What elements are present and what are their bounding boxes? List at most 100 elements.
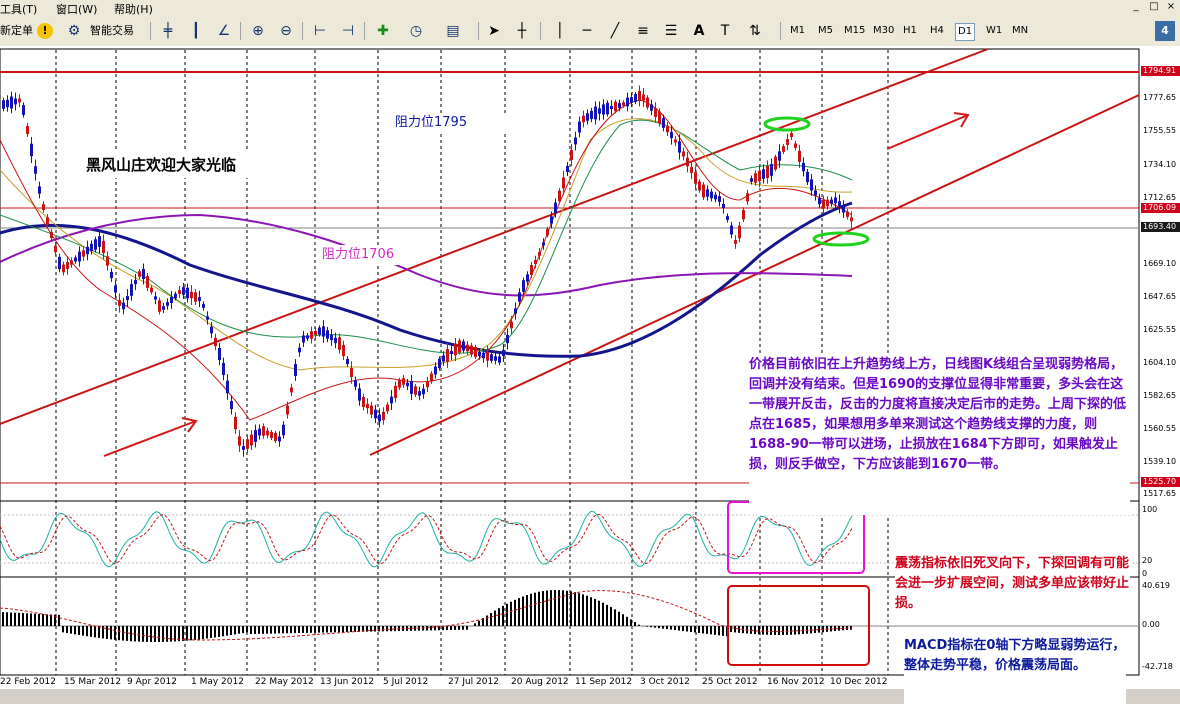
candle-body: [442, 355, 445, 361]
text-tool-icon[interactable]: A: [689, 21, 709, 41]
candle-body: [38, 186, 41, 193]
macd-bar: [354, 626, 356, 632]
indicators-icon[interactable]: ✚: [373, 21, 393, 41]
candle-body: [126, 296, 129, 300]
bar-chart-icon[interactable]: ╪: [158, 21, 178, 41]
channel-icon[interactable]: ≡: [633, 21, 653, 41]
macd-bar: [514, 600, 516, 626]
timeframe-m30[interactable]: M30: [873, 23, 894, 39]
timeframe-h4[interactable]: H4: [930, 23, 944, 39]
macd-bar: [506, 604, 508, 626]
candle-body: [274, 433, 277, 441]
resistance-1795-label: 阻力位1795: [395, 113, 513, 133]
macd-bar: [306, 626, 308, 633]
timeframe-m15[interactable]: M15: [844, 23, 865, 39]
macd-bar: [658, 626, 660, 628]
zoom-in-icon[interactable]: ⊕: [248, 21, 268, 41]
macd-bar: [466, 626, 468, 630]
candle-body: [518, 292, 521, 301]
macd-bar: [10, 613, 12, 627]
macd-bar: [142, 626, 144, 642]
candle-body: [698, 182, 701, 191]
timeframe-d1[interactable]: D1: [955, 23, 975, 41]
candle-body: [506, 335, 509, 343]
timeframe-m1[interactable]: M1: [790, 23, 805, 39]
candle-body: [662, 118, 665, 128]
candle-body: [818, 198, 821, 204]
new-order-button[interactable]: 新定单: [0, 20, 33, 42]
timeframe-w1[interactable]: W1: [986, 23, 1002, 39]
candle-body: [538, 252, 541, 256]
candle-body: [730, 226, 733, 235]
candle-body: [422, 389, 425, 394]
macd-bar: [346, 626, 348, 632]
macd-bar: [770, 626, 772, 635]
expert-advisor-icon[interactable]: ⚙: [64, 21, 84, 41]
macd-bar: [94, 626, 96, 637]
restore-button[interactable]: □: [1146, 0, 1162, 14]
periods-icon[interactable]: ◷: [406, 21, 426, 41]
cursor-icon[interactable]: ➤: [484, 21, 504, 41]
candle-body: [270, 432, 273, 438]
candle-body: [194, 292, 197, 301]
macd-bar: [430, 626, 432, 630]
candle-body: [10, 97, 13, 109]
vertical-line-icon[interactable]: │: [550, 21, 570, 41]
macd-bar: [26, 613, 28, 626]
timeframe-m5[interactable]: M5: [818, 23, 833, 39]
macd-bar: [666, 626, 668, 629]
close-button[interactable]: ×: [1163, 0, 1179, 14]
candlestick-icon[interactable]: ┃: [186, 21, 206, 41]
timeframe-mn[interactable]: MN: [1012, 23, 1028, 39]
badge-count[interactable]: 4: [1155, 21, 1175, 41]
auto-scroll-icon[interactable]: ⊢: [310, 21, 330, 41]
date-label: 22 Feb 2012: [0, 677, 56, 687]
macd-bar: [646, 626, 648, 627]
macd-bar: [218, 626, 220, 637]
candle-body: [810, 179, 813, 190]
warning-icon[interactable]: !: [37, 23, 53, 39]
candle-body: [162, 306, 165, 310]
templates-icon[interactable]: ▤: [443, 21, 463, 41]
menu-help[interactable]: 帮助(H): [114, 1, 153, 17]
macd-bar: [110, 626, 112, 639]
chart-shift-icon[interactable]: ⊣: [338, 21, 358, 41]
horizontal-line-icon[interactable]: ─: [577, 21, 597, 41]
candle-body: [846, 212, 849, 217]
trendline-icon[interactable]: ╱: [605, 21, 625, 41]
candle-body: [18, 99, 21, 103]
candle-body: [70, 260, 73, 264]
line-chart-icon[interactable]: ∠: [214, 21, 234, 41]
candle-body: [530, 265, 533, 275]
label-tool-icon[interactable]: T: [715, 21, 735, 41]
zoom-out-icon[interactable]: ⊖: [276, 21, 296, 41]
macd-bar: [618, 612, 620, 626]
candle-body: [666, 126, 669, 132]
macd-bar: [490, 613, 492, 626]
crosshair-icon[interactable]: ┼: [512, 21, 532, 41]
menu-window[interactable]: 窗口(W): [56, 1, 97, 17]
candle-body: [494, 356, 497, 360]
candle-body: [150, 288, 153, 293]
macd-bar: [762, 626, 764, 635]
timeframe-h1[interactable]: H1: [903, 23, 917, 39]
macd-bar: [802, 626, 804, 634]
candle-body: [726, 216, 729, 220]
chart-area[interactable]: 黑风山庄欢迎大家光临 阻力位1795 阻力位1706 价格目前依旧在上升趋势线上…: [0, 46, 1180, 689]
candle-body: [710, 192, 713, 199]
menu-tools[interactable]: 工具(T): [0, 1, 37, 17]
macd-bar: [326, 626, 328, 632]
candle-body: [842, 206, 845, 213]
price-label: 1625.55: [1141, 325, 1180, 335]
macd-bar: [426, 626, 428, 630]
arrows-icon[interactable]: ⇅: [745, 21, 765, 41]
fibonacci-icon[interactable]: ☰: [661, 21, 681, 41]
candle-body: [98, 236, 101, 247]
toolbar: 新定单 ! ⚙ 智能交易 ╪ ┃ ∠ ⊕ ⊖ ⊢ ⊣ ✚ ◷ ▤ ➤ ┼ │ ─…: [0, 16, 1180, 47]
candle-body: [222, 363, 225, 375]
macd-bar: [282, 626, 284, 633]
minimize-button[interactable]: _: [1128, 0, 1144, 14]
candle-body: [522, 280, 525, 292]
main-analysis-note: 价格目前依旧在上升趋势线上方，日线图K线组合呈现弱势格局，回调并没有结束。但是1…: [749, 355, 1130, 515]
smart-trading-button[interactable]: 智能交易: [90, 20, 134, 42]
